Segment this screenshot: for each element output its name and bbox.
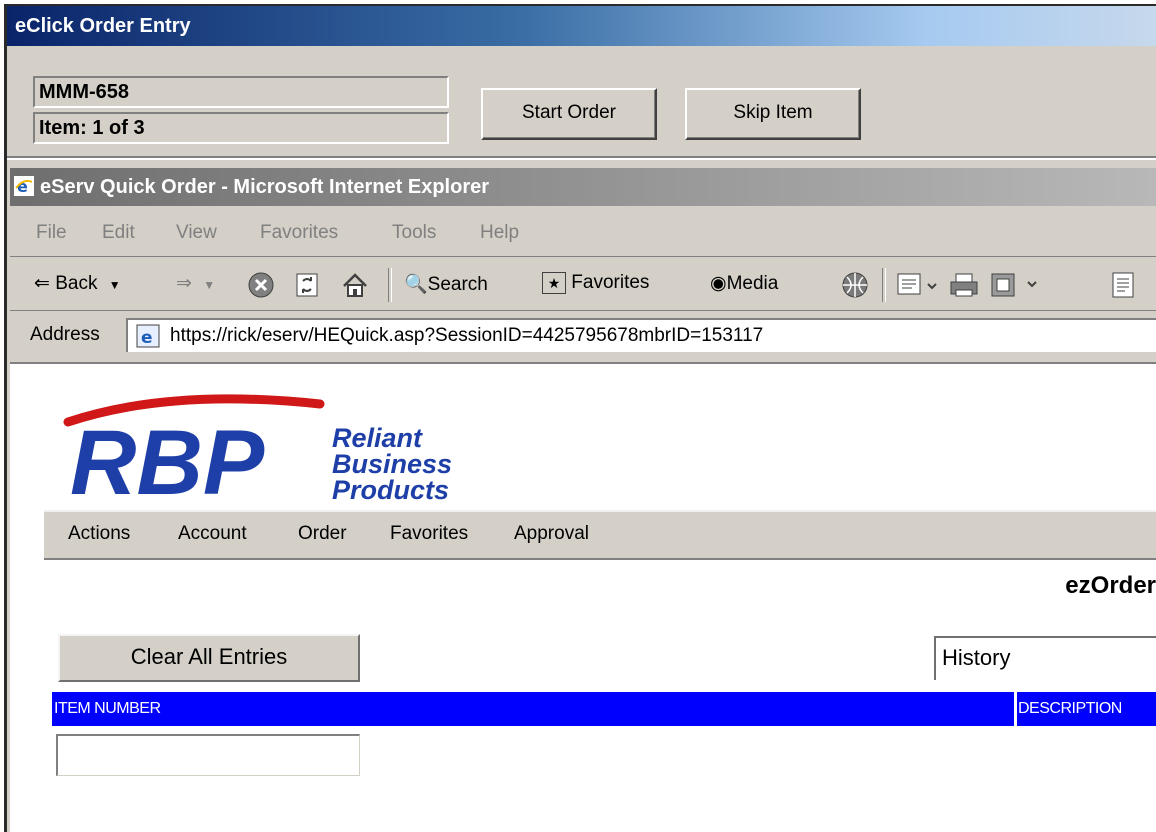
toolbar-separator xyxy=(388,268,392,302)
site-nav-bar: Actions Account Order Favorites Approval xyxy=(44,510,1156,560)
history-globe-icon[interactable] xyxy=(840,270,870,300)
order-id-field: MMM-658 xyxy=(33,76,449,108)
media-button[interactable]: ◉Media xyxy=(710,272,778,295)
ie-menu-bar: File Edit View Favorites Tools Help xyxy=(10,210,1156,257)
logo-letters: RBP xyxy=(70,412,265,504)
address-label: Address xyxy=(30,324,100,345)
order-id-text: MMM-658 xyxy=(39,81,130,103)
address-input[interactable]: e https://rick/eserv/HEQuick.asp?Session… xyxy=(126,318,1156,352)
panel-divider xyxy=(7,156,1156,160)
start-order-button[interactable]: Start Order xyxy=(481,88,657,140)
eclick-title-bar: eClick Order Entry xyxy=(7,6,1156,46)
back-dropdown-icon[interactable]: ▼ xyxy=(109,278,121,292)
ie-toolbar: ⇐ Back ▼ ⇒ ▼ 🔍Search ★ Favorites ◉Media xyxy=(10,260,1156,311)
favorites-star-icon: ★ xyxy=(542,272,566,294)
forward-button[interactable]: ⇒ ▼ xyxy=(176,272,215,295)
order-table-header: ITEM NUMBER DESCRIPTION xyxy=(52,692,1156,726)
ie-logo-icon: e xyxy=(14,176,34,196)
logo-line-3: Products xyxy=(332,475,449,504)
search-label: Search xyxy=(427,274,488,295)
item-number-input[interactable] xyxy=(56,734,360,776)
clear-all-entries-label: Clear All Entries xyxy=(130,644,288,669)
ie-address-bar: Address e https://rick/eserv/HEQuick.asp… xyxy=(10,312,1156,364)
mail-icon[interactable] xyxy=(896,270,938,300)
search-button[interactable]: 🔍Search xyxy=(404,272,488,296)
menu-edit[interactable]: Edit xyxy=(102,222,135,244)
menu-favorites[interactable]: Favorites xyxy=(260,222,338,244)
history-select[interactable]: History xyxy=(934,636,1156,680)
skip-item-button[interactable]: Skip Item xyxy=(685,88,861,140)
item-progress-text: Item: 1 of 3 xyxy=(39,117,145,139)
item-progress-field: Item: 1 of 3 xyxy=(33,112,449,144)
svg-text:e: e xyxy=(141,328,153,348)
ie-title-bar: e eServ Quick Order - Microsoft Internet… xyxy=(10,168,1156,206)
column-header-description: DESCRIPTION xyxy=(1018,700,1122,717)
back-button[interactable]: ⇐ Back ▼ xyxy=(34,272,121,295)
svg-text:e: e xyxy=(17,177,28,196)
ie-window-title: eServ Quick Order - Microsoft Internet E… xyxy=(40,176,490,198)
column-divider xyxy=(1014,692,1017,726)
eclick-panel: MMM-658 Item: 1 of 3 Start Order Skip It… xyxy=(7,46,1156,156)
menu-help[interactable]: Help xyxy=(480,222,519,244)
page-ie-icon: e xyxy=(136,324,160,348)
home-icon[interactable] xyxy=(340,270,370,300)
print-icon[interactable] xyxy=(948,270,980,300)
nav-actions[interactable]: Actions xyxy=(68,523,130,545)
discuss-icon[interactable] xyxy=(1108,270,1138,300)
history-select-value: History xyxy=(942,645,1011,670)
page-heading: ezOrder xyxy=(1065,572,1156,599)
toolbar-separator xyxy=(882,268,886,302)
nav-order[interactable]: Order xyxy=(298,523,347,545)
rbp-logo: RBP Reliant Business Products xyxy=(63,394,452,504)
address-url-text: https://rick/eserv/HEQuick.asp?SessionID… xyxy=(170,325,764,346)
search-icon: 🔍 xyxy=(404,274,428,295)
menu-file[interactable]: File xyxy=(36,222,67,244)
favorites-label: Favorites xyxy=(571,272,650,293)
start-order-label: Start Order xyxy=(522,102,616,123)
favorites-button[interactable]: ★ Favorites xyxy=(542,272,649,294)
forward-arrow-icon: ⇒ xyxy=(176,273,192,294)
stop-icon[interactable] xyxy=(246,270,276,300)
nav-approval[interactable]: Approval xyxy=(514,523,589,545)
edit-icon[interactable] xyxy=(988,270,1048,300)
forward-dropdown-icon[interactable]: ▼ xyxy=(203,278,215,292)
eclick-title: eClick Order Entry xyxy=(15,15,191,37)
menu-view[interactable]: View xyxy=(176,222,217,244)
web-page-content: RBP Reliant Business Products Actions Ac… xyxy=(10,364,1156,832)
nav-account[interactable]: Account xyxy=(178,523,247,545)
back-arrow-icon: ⇐ xyxy=(34,273,50,294)
menu-tools[interactable]: Tools xyxy=(392,222,436,244)
refresh-icon[interactable] xyxy=(292,270,322,300)
media-icon: ◉ xyxy=(710,273,727,294)
nav-favorites[interactable]: Favorites xyxy=(390,523,468,545)
skip-item-label: Skip Item xyxy=(733,102,813,123)
clear-all-entries-button[interactable]: Clear All Entries xyxy=(58,634,360,682)
media-label: Media xyxy=(726,273,779,294)
back-label: Back xyxy=(55,273,98,294)
column-header-item-number: ITEM NUMBER xyxy=(54,700,161,717)
